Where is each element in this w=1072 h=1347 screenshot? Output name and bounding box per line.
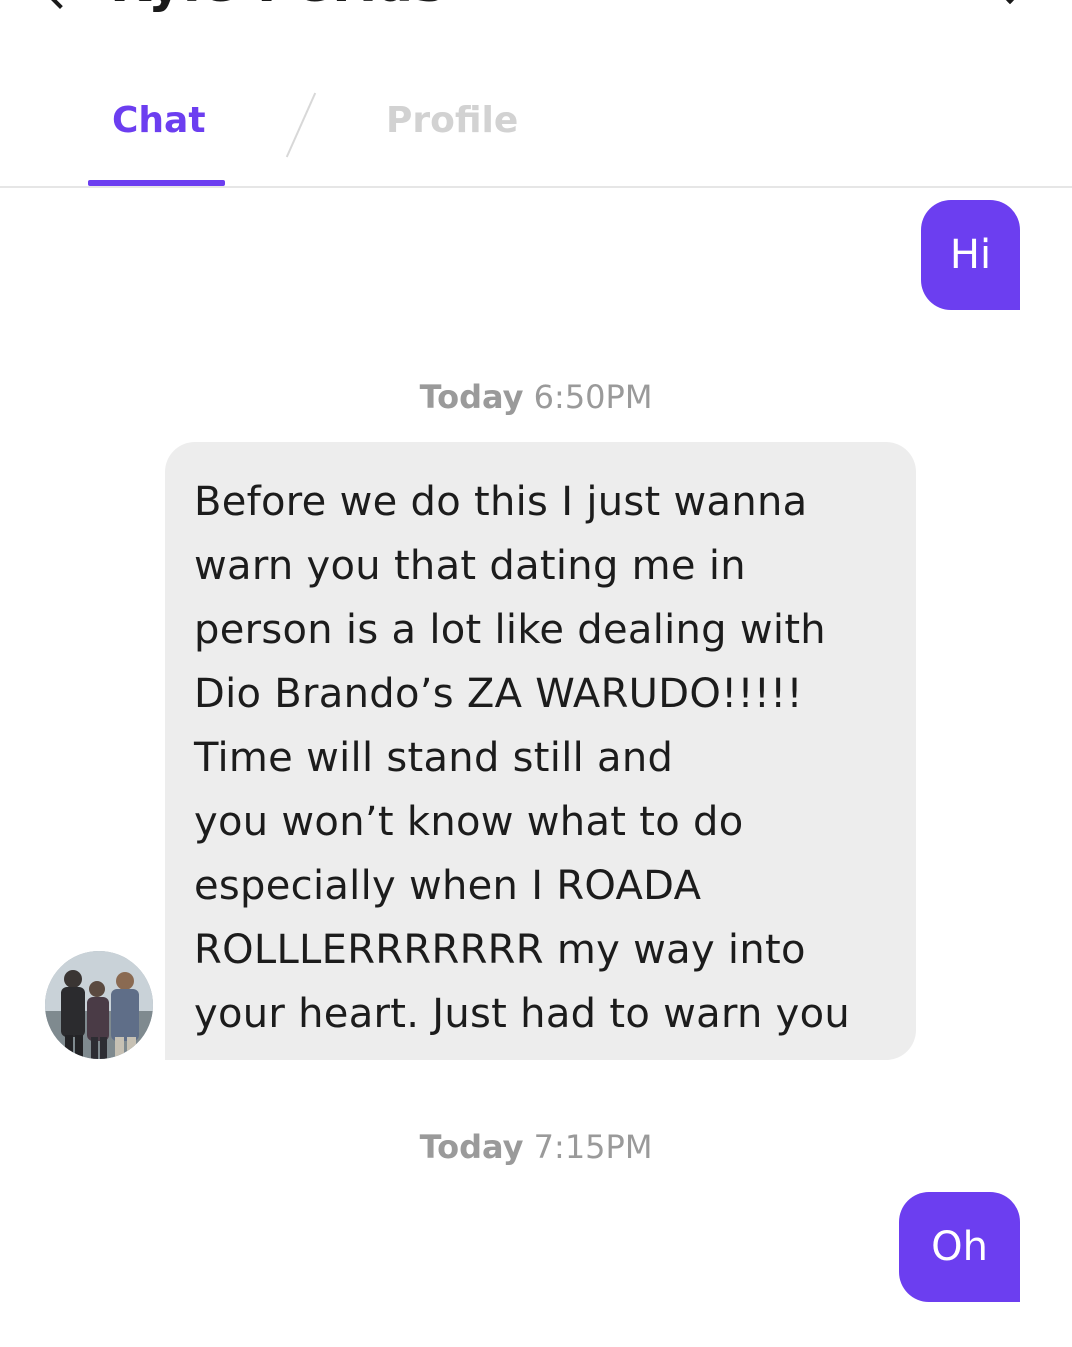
incoming-message-bubble[interactable]: Before we do this I just wanna warn you … [165, 442, 916, 1060]
message-text: Hi [949, 232, 992, 278]
avatar-photo [45, 951, 153, 1059]
timestamp-time: 6:50PM [533, 378, 653, 416]
active-tab-indicator [88, 180, 225, 186]
outgoing-message-bubble[interactable]: Oh [899, 1192, 1020, 1302]
timestamp-day: Today [419, 378, 524, 416]
tab-separator [285, 92, 317, 158]
outgoing-message-bubble[interactable]: Hi [921, 200, 1020, 310]
tab-chat[interactable]: Chat [112, 100, 206, 141]
message-text: Before we do this I just wanna warn you … [194, 479, 851, 1037]
message-timestamp: Today 7:15PM [0, 1128, 1072, 1166]
back-icon[interactable] [43, 0, 77, 9]
tab-bar: Chat Profile [0, 60, 1072, 188]
timestamp-day: Today [419, 1128, 524, 1166]
message-timestamp: Today 6:50PM [0, 378, 1072, 416]
chevron-down-icon[interactable] [995, 0, 1025, 5]
tab-profile[interactable]: Profile [386, 100, 518, 141]
avatar[interactable] [42, 948, 156, 1062]
message-text: Oh [931, 1224, 988, 1270]
timestamp-time: 7:15PM [533, 1128, 653, 1166]
contact-name: Kyle Perlas [110, 0, 446, 14]
